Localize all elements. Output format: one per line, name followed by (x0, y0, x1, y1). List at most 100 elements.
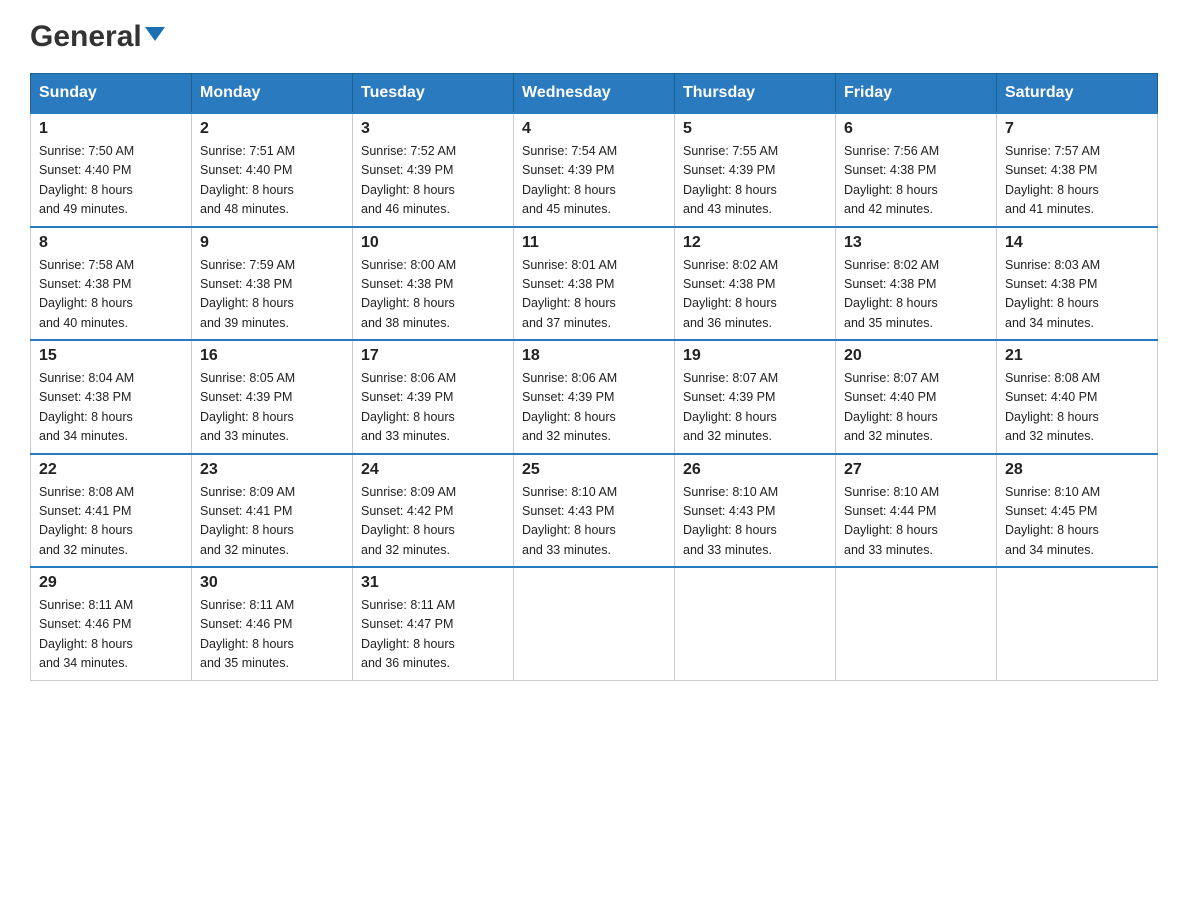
day-info: Sunrise: 7:55 AMSunset: 4:39 PMDaylight:… (683, 142, 827, 220)
day-info: Sunrise: 8:01 AMSunset: 4:38 PMDaylight:… (522, 256, 666, 334)
calendar-cell: 27 Sunrise: 8:10 AMSunset: 4:44 PMDayligh… (836, 454, 997, 568)
calendar-cell: 5 Sunrise: 7:55 AMSunset: 4:39 PMDaylight… (675, 113, 836, 227)
day-number: 15 (39, 347, 183, 365)
page-header: General (30, 20, 1158, 53)
day-number: 18 (522, 347, 666, 365)
calendar-cell: 19 Sunrise: 8:07 AMSunset: 4:39 PMDayligh… (675, 340, 836, 454)
calendar-cell: 17Sunrise: 8:06 AMSunset: 4:39 PMDayligh… (353, 340, 514, 454)
calendar-cell: 14 Sunrise: 8:03 AMSunset: 4:38 PMDayligh… (997, 227, 1158, 341)
day-number: 13 (844, 234, 988, 252)
calendar-cell (997, 567, 1158, 680)
day-info: Sunrise: 7:58 AMSunset: 4:38 PMDaylight:… (39, 256, 183, 334)
calendar-week-5: 29 Sunrise: 8:11 AMSunset: 4:46 PMDayligh… (31, 567, 1158, 680)
calendar-week-3: 15 Sunrise: 8:04 AMSunset: 4:38 PMDayligh… (31, 340, 1158, 454)
logo-general: General (30, 20, 142, 53)
day-number: 31 (361, 574, 505, 592)
logo-triangle-icon (145, 27, 165, 41)
header-thursday: Thursday (675, 74, 836, 114)
day-number: 1 (39, 120, 183, 138)
day-info: Sunrise: 8:11 AMSunset: 4:46 PMDaylight:… (200, 596, 344, 674)
day-info: Sunrise: 8:06 AMSunset: 4:39 PMDaylight:… (522, 369, 666, 447)
day-info: Sunrise: 8:04 AMSunset: 4:38 PMDaylight:… (39, 369, 183, 447)
day-info: Sunrise: 8:02 AMSunset: 4:38 PMDaylight:… (844, 256, 988, 334)
logo: General (30, 20, 165, 53)
calendar-cell: 4Sunrise: 7:54 AMSunset: 4:39 PMDaylight… (514, 113, 675, 227)
calendar-cell: 26 Sunrise: 8:10 AMSunset: 4:43 PMDayligh… (675, 454, 836, 568)
calendar-cell: 13 Sunrise: 8:02 AMSunset: 4:38 PMDayligh… (836, 227, 997, 341)
calendar-cell: 2Sunrise: 7:51 AMSunset: 4:40 PMDaylight… (192, 113, 353, 227)
calendar-cell: 31Sunrise: 8:11 AMSunset: 4:47 PMDayligh… (353, 567, 514, 680)
day-number: 21 (1005, 347, 1149, 365)
day-info: Sunrise: 8:07 AMSunset: 4:40 PMDaylight:… (844, 369, 988, 447)
day-number: 12 (683, 234, 827, 252)
day-info: Sunrise: 7:56 AMSunset: 4:38 PMDaylight:… (844, 142, 988, 220)
calendar-table: SundayMondayTuesdayWednesdayThursdayFrid… (30, 73, 1158, 681)
header-friday: Friday (836, 74, 997, 114)
calendar-cell: 29Sunrise: 8:11 AMSunset: 4:46 PMDayligh… (31, 567, 192, 680)
day-number: 19 (683, 347, 827, 365)
day-number: 16 (200, 347, 344, 365)
calendar-cell: 30 Sunrise: 8:11 AMSunset: 4:46 PMDayligh… (192, 567, 353, 680)
calendar-header-row: SundayMondayTuesdayWednesdayThursdayFrid… (31, 74, 1158, 114)
day-number: 14 (1005, 234, 1149, 252)
day-info: Sunrise: 8:08 AMSunset: 4:41 PMDaylight:… (39, 483, 183, 561)
day-number: 24 (361, 461, 505, 479)
day-number: 27 (844, 461, 988, 479)
day-info: Sunrise: 7:59 AMSunset: 4:38 PMDaylight:… (200, 256, 344, 334)
calendar-week-1: 1 Sunrise: 7:50 AMSunset: 4:40 PMDaylight… (31, 113, 1158, 227)
day-info: Sunrise: 7:57 AMSunset: 4:38 PMDaylight:… (1005, 142, 1149, 220)
calendar-cell: 21 Sunrise: 8:08 AMSunset: 4:40 PMDayligh… (997, 340, 1158, 454)
day-info: Sunrise: 7:51 AMSunset: 4:40 PMDaylight:… (200, 142, 344, 220)
day-info: Sunrise: 8:07 AMSunset: 4:39 PMDaylight:… (683, 369, 827, 447)
calendar-week-2: 8Sunrise: 7:58 AMSunset: 4:38 PMDaylight… (31, 227, 1158, 341)
day-number: 30 (200, 574, 344, 592)
calendar-cell: 3Sunrise: 7:52 AMSunset: 4:39 PMDaylight… (353, 113, 514, 227)
day-number: 17 (361, 347, 505, 365)
header-sunday: Sunday (31, 74, 192, 114)
header-wednesday: Wednesday (514, 74, 675, 114)
day-number: 23 (200, 461, 344, 479)
day-info: Sunrise: 8:00 AMSunset: 4:38 PMDaylight:… (361, 256, 505, 334)
day-number: 5 (683, 120, 827, 138)
calendar-cell (675, 567, 836, 680)
header-tuesday: Tuesday (353, 74, 514, 114)
calendar-cell: 23Sunrise: 8:09 AMSunset: 4:41 PMDayligh… (192, 454, 353, 568)
calendar-cell: 15 Sunrise: 8:04 AMSunset: 4:38 PMDayligh… (31, 340, 192, 454)
calendar-cell: 28 Sunrise: 8:10 AMSunset: 4:45 PMDayligh… (997, 454, 1158, 568)
day-number: 7 (1005, 120, 1149, 138)
day-info: Sunrise: 7:52 AMSunset: 4:39 PMDaylight:… (361, 142, 505, 220)
day-number: 11 (522, 234, 666, 252)
calendar-cell: 11 Sunrise: 8:01 AMSunset: 4:38 PMDayligh… (514, 227, 675, 341)
day-number: 4 (522, 120, 666, 138)
calendar-cell: 12 Sunrise: 8:02 AMSunset: 4:38 PMDayligh… (675, 227, 836, 341)
day-number: 10 (361, 234, 505, 252)
calendar-cell: 1 Sunrise: 7:50 AMSunset: 4:40 PMDaylight… (31, 113, 192, 227)
calendar-cell: 25 Sunrise: 8:10 AMSunset: 4:43 PMDayligh… (514, 454, 675, 568)
day-info: Sunrise: 8:10 AMSunset: 4:44 PMDaylight:… (844, 483, 988, 561)
day-number: 9 (200, 234, 344, 252)
day-info: Sunrise: 8:03 AMSunset: 4:38 PMDaylight:… (1005, 256, 1149, 334)
day-number: 29 (39, 574, 183, 592)
day-number: 20 (844, 347, 988, 365)
calendar-cell: 6 Sunrise: 7:56 AMSunset: 4:38 PMDaylight… (836, 113, 997, 227)
day-number: 22 (39, 461, 183, 479)
header-saturday: Saturday (997, 74, 1158, 114)
calendar-cell: 22 Sunrise: 8:08 AMSunset: 4:41 PMDayligh… (31, 454, 192, 568)
calendar-cell: 7 Sunrise: 7:57 AMSunset: 4:38 PMDaylight… (997, 113, 1158, 227)
day-info: Sunrise: 8:10 AMSunset: 4:45 PMDaylight:… (1005, 483, 1149, 561)
day-info: Sunrise: 8:10 AMSunset: 4:43 PMDaylight:… (683, 483, 827, 561)
day-number: 28 (1005, 461, 1149, 479)
calendar-cell: 10 Sunrise: 8:00 AMSunset: 4:38 PMDayligh… (353, 227, 514, 341)
day-info: Sunrise: 7:50 AMSunset: 4:40 PMDaylight:… (39, 142, 183, 220)
day-number: 25 (522, 461, 666, 479)
calendar-cell: 20 Sunrise: 8:07 AMSunset: 4:40 PMDayligh… (836, 340, 997, 454)
day-number: 26 (683, 461, 827, 479)
calendar-cell (836, 567, 997, 680)
day-info: Sunrise: 8:10 AMSunset: 4:43 PMDaylight:… (522, 483, 666, 561)
calendar-cell: 16Sunrise: 8:05 AMSunset: 4:39 PMDayligh… (192, 340, 353, 454)
day-info: Sunrise: 8:02 AMSunset: 4:38 PMDaylight:… (683, 256, 827, 334)
day-info: Sunrise: 8:08 AMSunset: 4:40 PMDaylight:… (1005, 369, 1149, 447)
calendar-cell: 9 Sunrise: 7:59 AMSunset: 4:38 PMDaylight… (192, 227, 353, 341)
day-number: 6 (844, 120, 988, 138)
day-info: Sunrise: 8:09 AMSunset: 4:42 PMDaylight:… (361, 483, 505, 561)
